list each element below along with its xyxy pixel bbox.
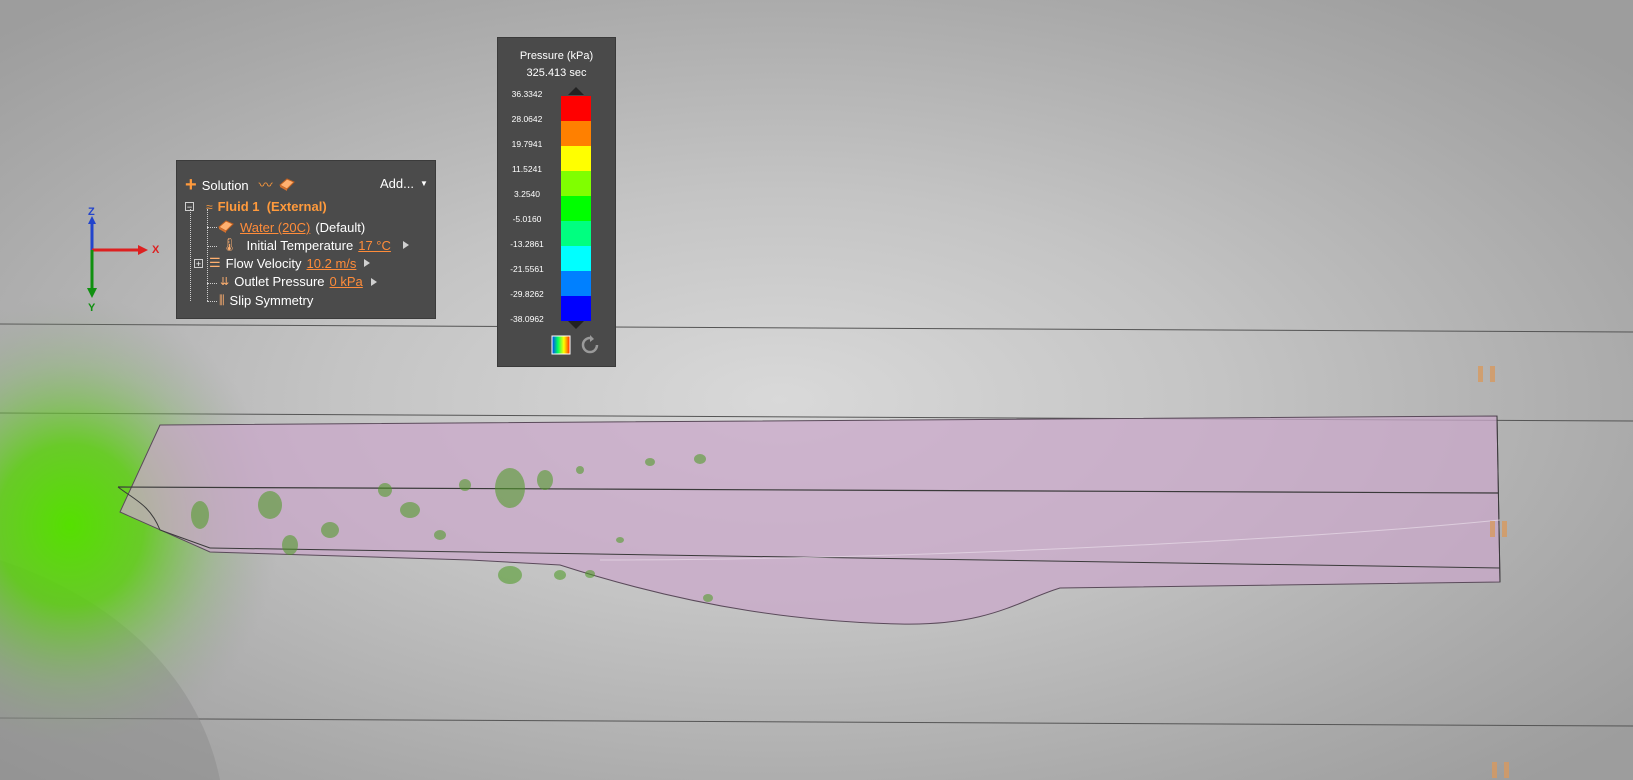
legend-tick-label: 3.2540 (514, 189, 540, 199)
tree-line (207, 246, 217, 247)
slip-symmetry-label: Slip Symmetry (229, 293, 314, 308)
collapse-toggle[interactable]: − (185, 202, 194, 212)
play-icon[interactable] (364, 259, 371, 267)
thermometer-icon: 🌡︎ (221, 237, 238, 252)
color-scheme-button[interactable] (551, 335, 571, 355)
x-axis-label: X (152, 244, 160, 256)
legend-swatch (561, 271, 591, 296)
expand-toggle[interactable]: + (194, 258, 203, 268)
fluid-icon: ≈ (206, 199, 213, 214)
legend-min-handle[interactable] (568, 321, 584, 329)
y-axis-label: Y (88, 302, 96, 314)
tree-item-outlet-pressure[interactable]: ⇊ Outlet Pressure 0 kPa (217, 274, 377, 289)
solution-label: Solution (201, 177, 249, 193)
tree-item-flow-velocity[interactable]: + ☰ Flow Velocity 10.2 m/s (194, 255, 371, 271)
boundary-marker-lower[interactable] (1492, 762, 1509, 778)
tree-item-slip-symmetry[interactable]: ⫼ Slip Symmetry (217, 293, 313, 308)
tree-line (207, 301, 217, 302)
legend-swatch (561, 96, 591, 121)
legend-tick-label: -29.8262 (510, 289, 544, 299)
z-axis-label: Z (88, 206, 95, 218)
domain-edge-bottom (0, 717, 1633, 727)
legend-swatch (561, 221, 591, 246)
tree-item-initial-temperature[interactable]: 🌡︎ Initial Temperature 17 °C (217, 237, 409, 253)
chevron-down-icon: ▼ (419, 179, 428, 188)
legend-tick-label: -5.0160 (512, 214, 542, 224)
legend-swatch (561, 246, 591, 271)
legend-swatch (561, 196, 591, 221)
tree-line (190, 209, 191, 301)
scene-3d (0, 295, 1633, 780)
legend-swatch (561, 171, 591, 196)
initial-temperature-label: Initial Temperature (246, 237, 354, 253)
play-icon[interactable] (370, 277, 377, 286)
tree-line (207, 283, 217, 284)
boundary-marker-upper[interactable] (1478, 366, 1495, 382)
outlet-pressure-icon: ⇊ (220, 276, 230, 288)
legend-colorbar (561, 96, 591, 321)
legend-tick-label: 11.5241 (511, 164, 543, 174)
outlet-pressure-value[interactable]: 0 kPa (330, 274, 363, 289)
legend-title: Pressure (kPa) (519, 50, 594, 62)
material-link[interactable]: Water (20C) (240, 220, 310, 235)
waveform-icon[interactable]: 〰 (259, 175, 273, 195)
tree-item-fluid[interactable]: − ≈ Fluid 1 (External) (185, 199, 327, 214)
legend-tick-label: 28.0642 (511, 114, 543, 124)
legend-tick-label: 19.7941 (511, 139, 543, 149)
axis-triad: Z X Y (80, 206, 170, 318)
tree-line (207, 227, 217, 228)
legend-max-handle[interactable] (568, 87, 584, 95)
legend-tick-label: -13.2861 (510, 239, 544, 249)
outlet-pressure-label: Outlet Pressure (234, 274, 325, 289)
flow-velocity-label: Flow Velocity (225, 255, 302, 271)
fluid-label: Fluid 1 (External) (217, 199, 327, 214)
hull-body (119, 415, 1501, 625)
plus-icon: + (185, 174, 197, 196)
reset-legend-icon[interactable] (580, 335, 600, 355)
tree-item-material[interactable]: Water (20C) (Default) (217, 218, 365, 237)
play-icon[interactable] (402, 241, 409, 249)
material-icon (217, 218, 235, 237)
legend-tick-label: -21.5561 (510, 264, 544, 274)
legend-time: 325.413 sec (526, 67, 587, 79)
flow-velocity-value[interactable]: 10.2 m/s (307, 256, 357, 271)
solution-header[interactable]: + Solution 〰 (185, 175, 301, 195)
legend-swatch (561, 146, 591, 171)
material-default: (Default) (315, 220, 366, 235)
initial-temperature-value[interactable]: 17 °C (358, 238, 391, 253)
add-dropdown[interactable]: Add... ▼ (380, 176, 428, 191)
legend-tick-label: 36.3342 (511, 89, 543, 99)
legend-tick-label: -38.0962 (510, 314, 544, 324)
legend-swatch (561, 296, 591, 321)
material-icon[interactable] (278, 176, 296, 195)
pressure-legend: Pressure (kPa) 325.413 sec 36.3342 28.064… (497, 37, 616, 367)
flow-velocity-icon: ☰ (209, 255, 221, 270)
slip-symmetry-icon: ⫼ (219, 293, 225, 307)
simulation-viewport[interactable] (0, 0, 1633, 780)
domain-edge-top (0, 323, 1633, 333)
add-label: Add... (380, 176, 414, 191)
solution-panel: + Solution 〰 Add... ▼ − ≈ Fluid 1 (Exter… (176, 160, 436, 319)
legend-swatch (561, 121, 591, 146)
